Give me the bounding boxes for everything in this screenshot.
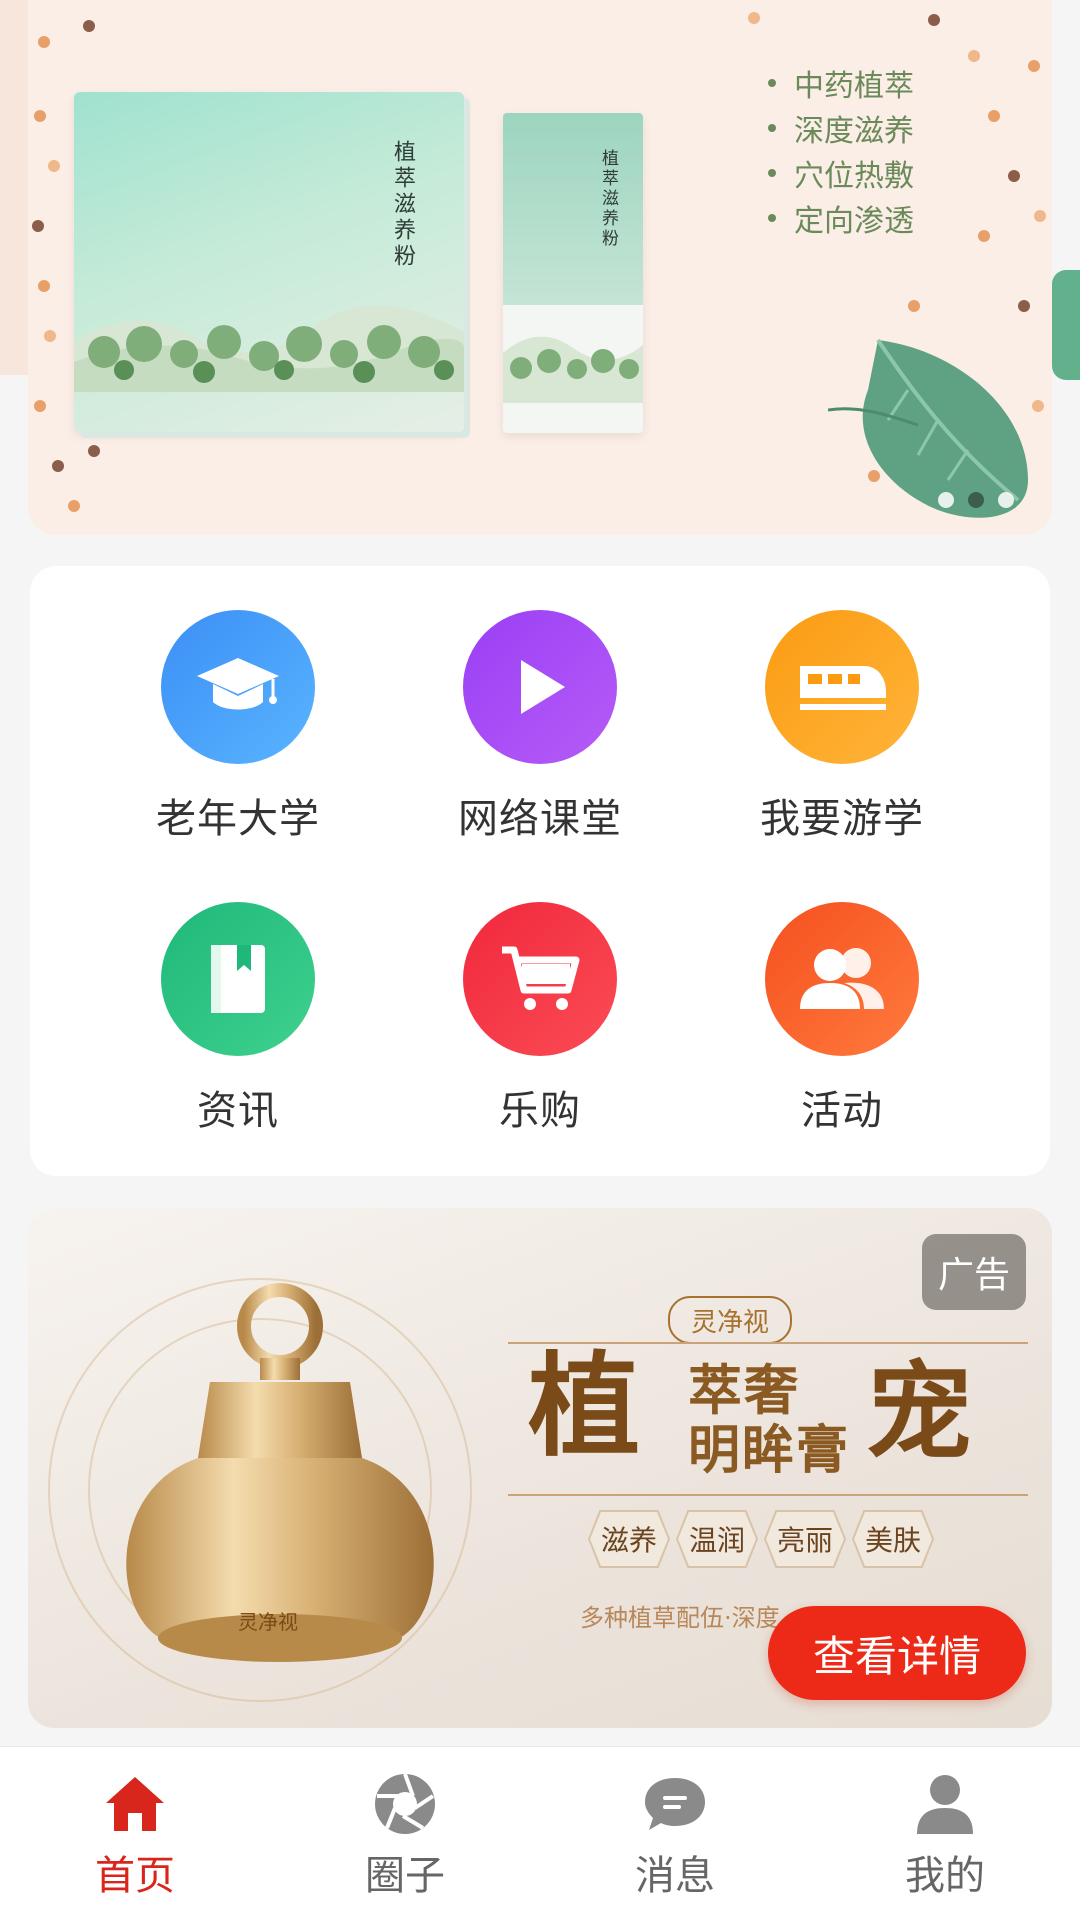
feature-item: 穴位热敷	[768, 150, 914, 195]
ad-slogan: 多种植草配伍·深度	[580, 1604, 780, 1632]
grid-item-elder-university[interactable]: 老年大学	[118, 610, 358, 844]
ad-tag: 美肤	[852, 1510, 934, 1568]
indicator-dot[interactable]	[938, 492, 954, 508]
ad-tag-list: 滋养 温润 亮丽 美肤	[588, 1510, 934, 1568]
product-jar-image	[126, 1283, 434, 1662]
tab-label: 首页	[95, 1853, 175, 1899]
banner-edge-left	[0, 0, 28, 375]
grid-label: 网络课堂	[458, 796, 622, 842]
banner-edge-right	[1052, 270, 1080, 380]
tab-circle[interactable]: 圈子	[270, 1747, 540, 1921]
box-title: 植萃滋养粉	[390, 140, 415, 270]
sachet-title: 植萃滋养粉	[598, 149, 618, 249]
feature-item: 中药植萃	[768, 60, 914, 105]
tab-label: 圈子	[365, 1853, 445, 1899]
ad-brand-logo: 灵净视	[668, 1296, 792, 1344]
ad-headline-main: 植	[528, 1341, 640, 1472]
chat-bubble-icon	[540, 1769, 810, 1839]
ad-badge: 广告	[922, 1234, 1026, 1310]
grid-item-study-tour[interactable]: 我要游学	[722, 610, 962, 844]
users-icon	[765, 902, 919, 1056]
tab-mine[interactable]: 我的	[810, 1747, 1080, 1921]
indicator-dot[interactable]	[998, 492, 1014, 508]
ad-tag: 滋养	[588, 1510, 670, 1568]
grid-item-activities[interactable]: 活动	[722, 902, 962, 1136]
train-icon	[765, 610, 919, 764]
tab-home[interactable]: 首页	[0, 1747, 270, 1921]
tab-label: 我的	[905, 1853, 985, 1899]
feature-list: 中药植萃 深度滋养 穴位热敷 定向渗透	[768, 60, 914, 240]
sachet-forest-illustration	[503, 336, 643, 403]
book-icon	[161, 902, 315, 1056]
home-icon	[0, 1769, 270, 1839]
banner-indicators	[938, 492, 1014, 508]
ad-banner[interactable]: 灵净视 广告 灵净视 植 萃奢 明眸膏 宠 滋养 温润 亮丽 美肤 多种植草配伍…	[28, 1208, 1052, 1728]
feature-grid: 老年大学 网络课堂 我要游学 资讯 乐购 活动	[30, 566, 1050, 1176]
grid-label: 乐购	[499, 1088, 581, 1134]
grid-label: 老年大学	[156, 796, 320, 842]
jar-label: 灵净视	[238, 1610, 298, 1634]
grid-label: 资讯	[197, 1088, 279, 1134]
grid-item-online-class[interactable]: 网络课堂	[420, 610, 660, 844]
grid-label: 活动	[801, 1088, 883, 1134]
grid-item-shopping[interactable]: 乐购	[420, 902, 660, 1136]
top-banner[interactable]: 植萃滋养粉 植萃滋养粉 中药植萃 深度滋养 穴位热敷 定向渗透	[28, 0, 1052, 535]
grid-label: 我要游学	[760, 796, 924, 842]
product-sachet-image: 植萃滋养粉	[503, 113, 643, 433]
ad-headline-sub-2: 明眸膏	[688, 1420, 851, 1481]
graduation-cap-icon	[161, 610, 315, 764]
aperture-icon	[270, 1769, 540, 1839]
bottom-tab-bar: 首页 圈子 消息 我的	[0, 1746, 1080, 1921]
ad-tag: 温润	[676, 1510, 758, 1568]
indicator-dot-active[interactable]	[968, 492, 984, 508]
tab-messages[interactable]: 消息	[540, 1747, 810, 1921]
tab-label: 消息	[635, 1853, 715, 1899]
product-box-image: 植萃滋养粉	[74, 92, 464, 432]
feature-item: 定向渗透	[768, 195, 914, 240]
play-icon	[463, 610, 617, 764]
feature-item: 深度滋养	[768, 105, 914, 150]
view-details-button[interactable]: 查看详情	[768, 1606, 1026, 1700]
ad-tag: 亮丽	[764, 1510, 846, 1568]
ad-headline-end: 宠	[866, 1349, 972, 1474]
grid-item-news[interactable]: 资讯	[118, 902, 358, 1136]
shopping-cart-icon	[463, 902, 617, 1056]
user-icon	[810, 1769, 1080, 1839]
